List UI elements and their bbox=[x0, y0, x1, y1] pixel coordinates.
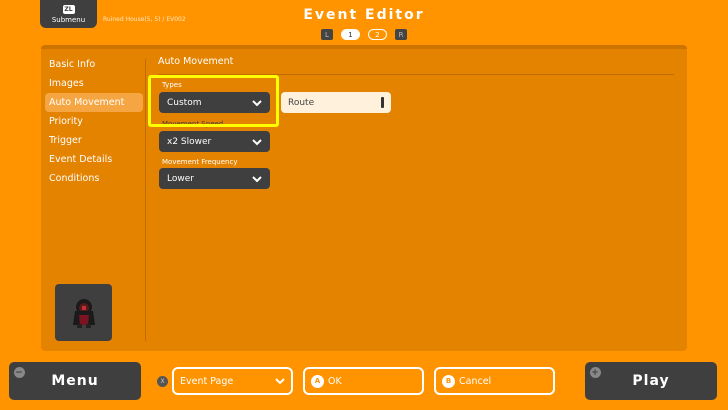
cancel-button[interactable]: B Cancel bbox=[434, 367, 555, 395]
x-key-icon: X bbox=[157, 376, 168, 387]
movement-speed-value: x2 Slower bbox=[167, 136, 212, 147]
movement-frequency-label: Movement Frequency bbox=[162, 158, 238, 166]
play-label: Play bbox=[632, 373, 670, 389]
chevron-down-icon bbox=[252, 175, 262, 182]
plus-icon: + bbox=[590, 367, 601, 378]
page-tab-2[interactable]: 2 bbox=[368, 29, 387, 40]
sidebar-item-basic-info[interactable]: Basic Info bbox=[45, 55, 143, 74]
play-button[interactable]: + Play bbox=[585, 362, 717, 400]
sidebar-item-auto-movement[interactable]: Auto Movement bbox=[45, 93, 143, 112]
cancel-label: Cancel bbox=[459, 375, 492, 387]
sidebar-item-images[interactable]: Images bbox=[45, 74, 143, 93]
sidebar-divider bbox=[145, 59, 146, 341]
sidebar-item-trigger[interactable]: Trigger bbox=[45, 131, 143, 150]
a-key-icon: A bbox=[311, 374, 324, 388]
ok-label: OK bbox=[328, 375, 342, 387]
focus-highlight bbox=[148, 75, 279, 127]
page-title: Event Editor bbox=[303, 7, 425, 23]
editor-panel: Basic Info Images Auto Movement Priority… bbox=[41, 45, 687, 351]
panel-top-border bbox=[41, 45, 687, 49]
chevron-down-icon bbox=[275, 378, 285, 385]
menu-label: Menu bbox=[51, 373, 99, 389]
route-button[interactable]: Route bbox=[281, 92, 391, 113]
event-character-avatar[interactable] bbox=[55, 284, 112, 341]
event-page-label: Event Page bbox=[180, 375, 234, 387]
movement-frequency-dropdown[interactable]: Lower bbox=[159, 168, 270, 189]
menu-button[interactable]: − Menu bbox=[9, 362, 141, 400]
page-tab-1[interactable]: 1 bbox=[341, 29, 360, 40]
sidebar-item-event-details[interactable]: Event Details bbox=[45, 150, 143, 169]
ok-button[interactable]: A OK bbox=[303, 367, 424, 395]
b-key-icon: B bbox=[442, 374, 455, 388]
minus-icon: − bbox=[14, 367, 25, 378]
sidebar-item-priority[interactable]: Priority bbox=[45, 112, 143, 131]
sidebar-item-conditions[interactable]: Conditions bbox=[45, 169, 143, 188]
chevron-down-icon bbox=[252, 138, 262, 145]
route-label: Route bbox=[288, 97, 315, 108]
l-key-icon[interactable]: L bbox=[321, 29, 333, 40]
event-page-dropdown[interactable]: Event Page bbox=[172, 367, 293, 395]
page-switcher: L 1 2 R bbox=[0, 29, 728, 40]
route-handle-icon bbox=[381, 97, 384, 108]
movement-speed-dropdown[interactable]: x2 Slower bbox=[159, 131, 270, 152]
section-title: Auto Movement bbox=[158, 56, 234, 67]
character-sprite-icon bbox=[72, 298, 95, 328]
movement-frequency-value: Lower bbox=[167, 173, 194, 184]
r-key-icon[interactable]: R bbox=[395, 29, 407, 40]
sidebar: Basic Info Images Auto Movement Priority… bbox=[45, 55, 143, 188]
